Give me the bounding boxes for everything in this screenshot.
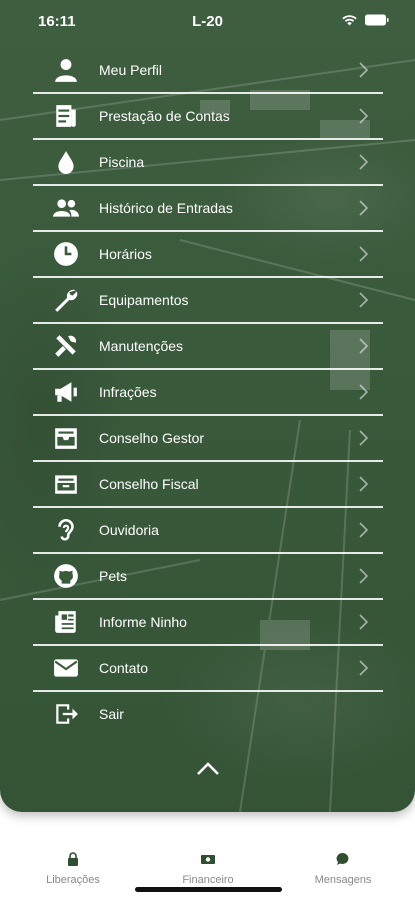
archive-icon [33, 471, 99, 497]
chevron-right-icon [359, 154, 369, 170]
chevron-right-icon [359, 568, 369, 584]
battery-icon [365, 14, 389, 26]
menu-item-label: Infrações [99, 384, 157, 400]
menu-item-historico-de-entradas[interactable]: Histórico de Entradas [33, 186, 383, 232]
status-bar: 16:11 L-20 [0, 0, 415, 44]
menu-item-label: Ouvidoria [99, 522, 159, 538]
inbox-icon [33, 425, 99, 451]
menu-item-label: Meu Perfil [99, 62, 163, 78]
menu-item-label: Contato [99, 660, 149, 676]
tools-icon [33, 333, 99, 359]
home-indicator [135, 887, 282, 892]
newspaper-icon [33, 609, 99, 635]
menu-list: Meu Perfil Prestação de Contas Piscina H… [33, 48, 383, 736]
status-icons [341, 14, 389, 26]
logout-icon [33, 701, 99, 727]
megaphone-icon [33, 379, 99, 405]
menu-item-ouvidoria[interactable]: Ouvidoria [33, 508, 383, 554]
menu-panel: 16:11 L-20 Meu Perfil Prestação de Conta… [0, 0, 415, 812]
menu-item-contato[interactable]: Contato [33, 646, 383, 692]
collapse-menu-button[interactable] [193, 758, 223, 780]
chevron-right-icon [359, 430, 369, 446]
menu-item-conselho-gestor[interactable]: Conselho Gestor [33, 416, 383, 462]
receipt-icon [33, 103, 99, 129]
github-cat-icon [33, 563, 99, 589]
water-drop-icon [33, 149, 99, 175]
tab-label: Mensagens [314, 874, 372, 886]
menu-item-infracoes[interactable]: Infrações [33, 370, 383, 416]
tab-liberacoes[interactable]: Liberações [13, 852, 133, 886]
chevron-right-icon [359, 522, 369, 538]
ear-icon [33, 517, 99, 543]
wrench-icon [33, 287, 99, 313]
wifi-icon [342, 15, 357, 26]
menu-item-conselho-fiscal[interactable]: Conselho Fiscal [33, 462, 383, 508]
person-icon [33, 57, 99, 83]
menu-item-piscina[interactable]: Piscina [33, 140, 383, 186]
chevron-right-icon [359, 246, 369, 262]
chevron-right-icon [359, 614, 369, 630]
menu-item-prestacao-de-contas[interactable]: Prestação de Contas [33, 94, 383, 140]
chevron-right-icon [359, 292, 369, 308]
chevron-right-icon [359, 338, 369, 354]
menu-item-pets[interactable]: Pets [33, 554, 383, 600]
menu-item-label: Horários [99, 246, 152, 262]
menu-item-label: Piscina [99, 154, 145, 170]
menu-item-label: Equipamentos [99, 292, 189, 308]
menu-item-label: Sair [99, 706, 124, 722]
envelope-icon [33, 655, 99, 681]
chevron-right-icon [359, 108, 369, 124]
chevron-right-icon [359, 200, 369, 216]
menu-item-informe-ninho[interactable]: Informe Ninho [33, 600, 383, 646]
tab-label: Financeiro [182, 874, 234, 886]
people-icon [33, 195, 99, 221]
clock-icon [33, 241, 99, 267]
menu-item-label: Prestação de Contas [99, 108, 230, 124]
menu-item-manutencoes[interactable]: Manutenções [33, 324, 383, 370]
menu-item-label: Informe Ninho [99, 614, 187, 630]
tab-label: Liberações [46, 874, 100, 886]
menu-item-label: Histórico de Entradas [99, 200, 233, 216]
menu-item-label: Pets [99, 568, 128, 584]
menu-item-horarios[interactable]: Horários [33, 232, 383, 278]
tab-financeiro[interactable]: Financeiro [148, 852, 268, 886]
money-icon [201, 855, 215, 864]
lock-icon [68, 852, 78, 866]
chevron-right-icon [359, 384, 369, 400]
menu-item-label: Conselho Gestor [99, 430, 205, 446]
menu-item-meu-perfil[interactable]: Meu Perfil [33, 48, 383, 94]
menu-item-label: Manutenções [99, 338, 184, 354]
chevron-right-icon [359, 476, 369, 492]
chevron-right-icon [359, 660, 369, 676]
chat-bubble-icon [336, 852, 349, 865]
menu-item-label: Conselho Fiscal [99, 476, 199, 492]
menu-item-sair[interactable]: Sair [33, 692, 383, 736]
tab-mensagens[interactable]: Mensagens [283, 852, 403, 886]
menu-item-equipamentos[interactable]: Equipamentos [33, 278, 383, 324]
chevron-right-icon [359, 62, 369, 78]
